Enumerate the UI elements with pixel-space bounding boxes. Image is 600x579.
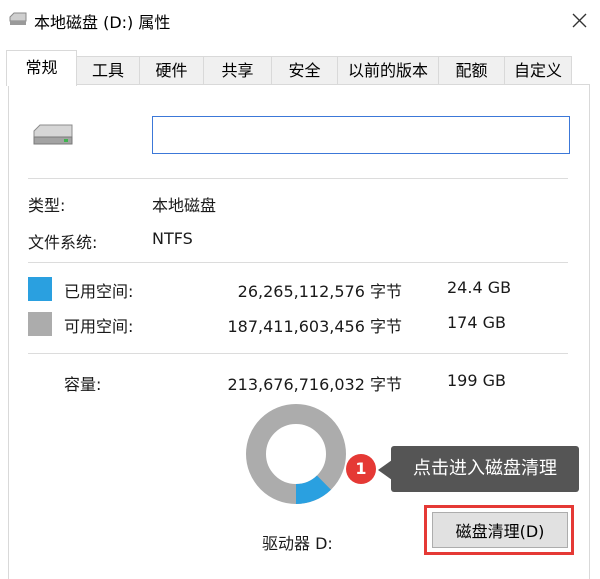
divider — [28, 353, 568, 354]
free-space-swatch — [28, 312, 52, 336]
step-number-badge: 1 — [346, 454, 376, 484]
filesystem-value: NTFS — [152, 229, 193, 248]
close-button[interactable] — [562, 4, 596, 36]
volume-name-input[interactable] — [152, 116, 570, 154]
tab-tools[interactable]: 工具 — [76, 56, 140, 84]
type-value: 本地磁盘 — [152, 196, 217, 215]
drive-label: 驱动器 D: — [262, 534, 333, 553]
hard-drive-icon — [33, 124, 73, 145]
disk-usage-donut — [246, 404, 346, 504]
free-space-ring — [246, 404, 346, 504]
divider — [28, 178, 568, 179]
tab-general[interactable]: 常规 — [6, 50, 77, 86]
type-label: 类型: — [28, 196, 66, 215]
used-space-swatch — [28, 277, 52, 301]
used-space-label: 已用空间: — [64, 282, 134, 301]
tab-customize[interactable]: 自定义 — [504, 56, 572, 84]
tab-sharing[interactable]: 共享 — [203, 56, 272, 84]
callout-tooltip: 点击进入磁盘清理 — [391, 446, 579, 492]
free-space-bytes: 187,411,603,456 字节 — [227, 317, 402, 336]
title-bar: 本地磁盘 (D:) 属性 — [0, 0, 600, 40]
tab-quota[interactable]: 配额 — [438, 56, 505, 84]
tab-strip: 常规 工具 硬件 共享 安全 以前的版本 配额 自定义 — [0, 50, 600, 86]
capacity-label: 容量: — [64, 375, 102, 394]
disk-cleanup-button[interactable]: 磁盘清理(D) — [432, 512, 568, 548]
capacity-size: 199 GB — [447, 371, 506, 390]
free-space-size: 174 GB — [447, 313, 506, 332]
filesystem-label: 文件系统: — [28, 233, 98, 252]
drive-icon — [9, 12, 27, 25]
callout-arrow — [378, 460, 392, 480]
used-space-size: 24.4 GB — [447, 278, 512, 297]
free-space-label: 可用空间: — [64, 317, 134, 336]
used-space-bytes: 26,265,112,576 字节 — [237, 282, 402, 301]
tab-security[interactable]: 安全 — [271, 56, 338, 84]
window-title: 本地磁盘 (D:) 属性 — [34, 13, 171, 32]
capacity-bytes: 213,676,716,032 字节 — [227, 375, 402, 394]
tab-hardware[interactable]: 硬件 — [139, 56, 204, 84]
divider — [28, 262, 568, 263]
tab-previous-versions[interactable]: 以前的版本 — [337, 56, 439, 84]
